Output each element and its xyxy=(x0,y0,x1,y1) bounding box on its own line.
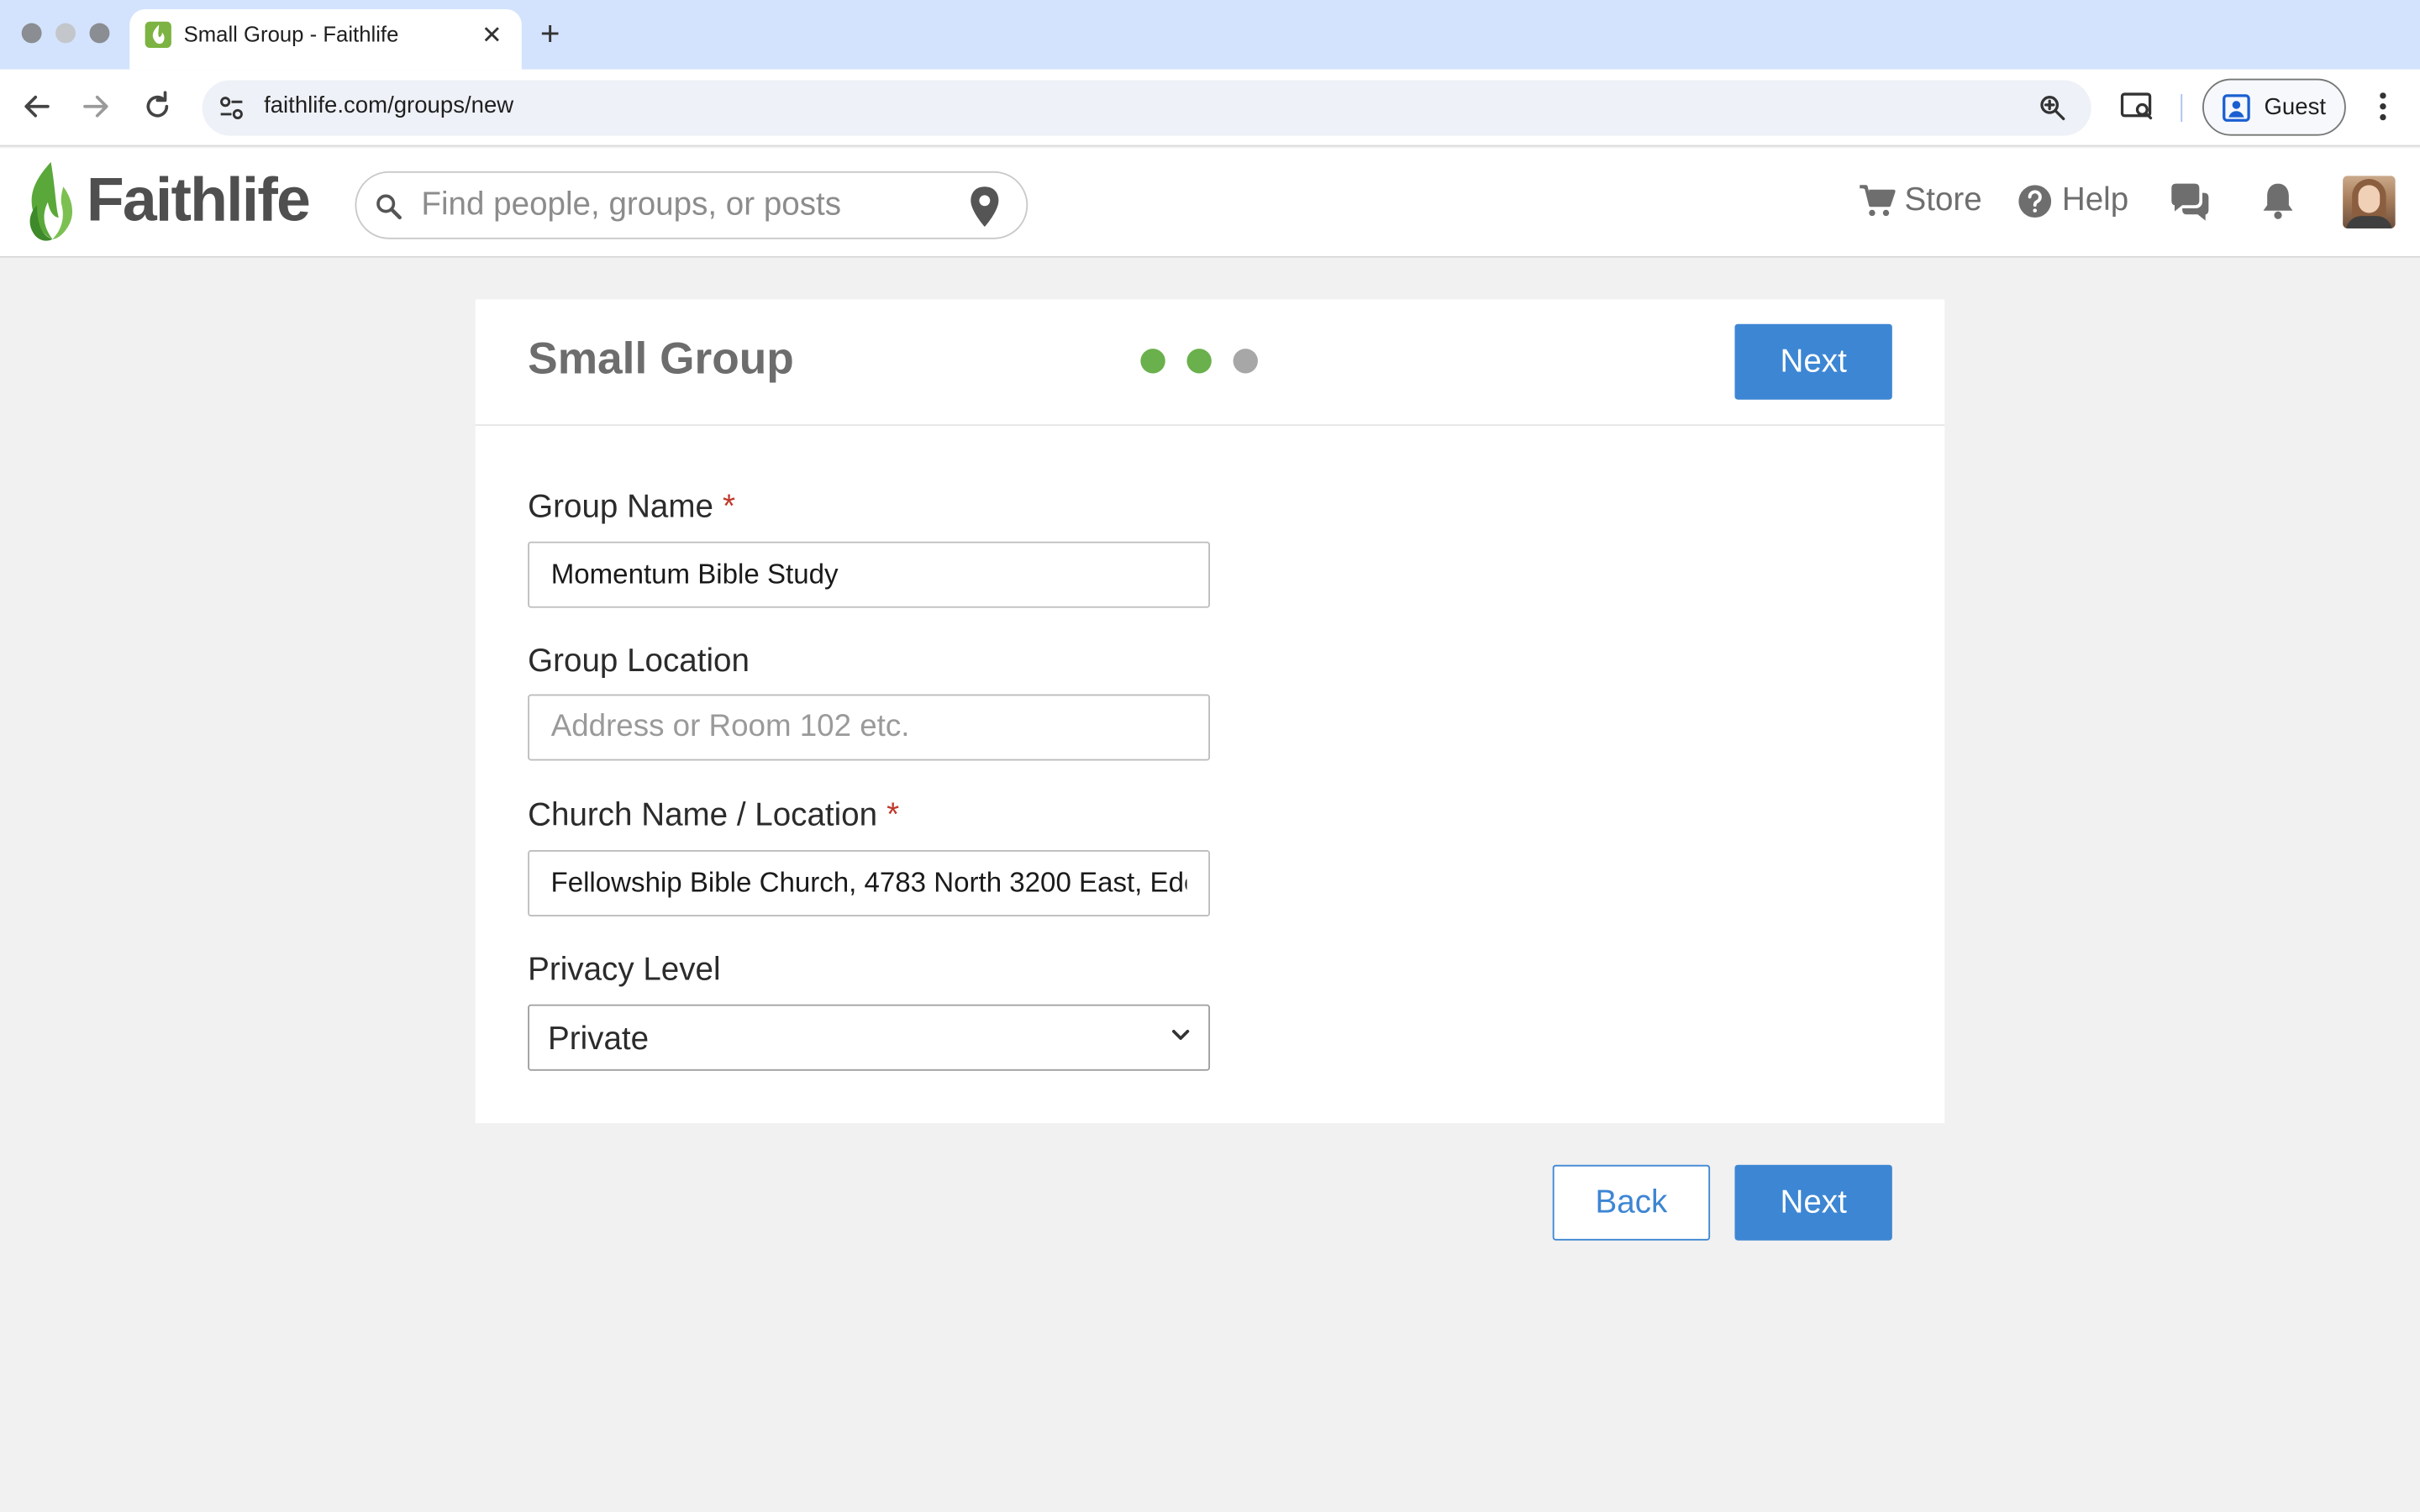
required-asterisk: * xyxy=(722,489,736,525)
new-tab-icon[interactable]: + xyxy=(540,14,560,55)
site-search-box[interactable] xyxy=(355,171,1028,239)
window-minimize-dot[interactable] xyxy=(55,23,76,44)
church-name-input[interactable] xyxy=(528,850,1210,917)
search-icon xyxy=(376,194,402,220)
profile-guest-button[interactable]: Guest xyxy=(2202,78,2346,136)
church-label-text: Church Name / Location xyxy=(528,797,878,833)
group-wizard-card: Small Group Next Group Name* Group Locat… xyxy=(475,299,1945,1124)
help-link[interactable]: Help xyxy=(2018,181,2129,219)
page-title: Small Group xyxy=(528,334,794,385)
cart-icon xyxy=(1860,185,1896,217)
group-name-label-text: Group Name xyxy=(528,489,713,525)
store-link[interactable]: Store xyxy=(1858,181,1982,219)
store-label: Store xyxy=(1904,181,1982,218)
group-location-label: Group Location xyxy=(528,643,750,680)
location-pin-icon[interactable] xyxy=(968,185,1002,228)
profile-icon xyxy=(2223,94,2250,122)
address-bar[interactable]: faithlife.com/groups/new xyxy=(202,80,2091,136)
toolbar-divider xyxy=(2181,94,2183,123)
back-button[interactable]: Back xyxy=(1552,1164,1711,1241)
privacy-level-label: Privacy Level xyxy=(528,952,720,989)
zoom-icon[interactable] xyxy=(2039,94,2066,122)
step-indicator-dot-1 xyxy=(1140,349,1165,374)
tab-title: Small Group - Faithlife xyxy=(183,21,399,47)
wizard-header: Small Group Next xyxy=(475,299,1945,426)
window-zoom-dot[interactable] xyxy=(89,23,110,44)
group-location-label-text: Group Location xyxy=(528,643,750,680)
privacy-level-select[interactable]: Private xyxy=(528,1004,1210,1071)
church-label: Church Name / Location * xyxy=(528,798,899,835)
site-header: Faithlife Store xyxy=(0,148,2420,258)
privacy-level-label-text: Privacy Level xyxy=(528,952,721,988)
step-indicator-dot-2 xyxy=(1186,349,1212,374)
url-text: faithlife.com/groups/new xyxy=(264,92,514,119)
chevron-down-icon xyxy=(1171,1030,1190,1040)
required-asterisk: * xyxy=(886,797,900,833)
browser-toolbar: faithlife.com/groups/new Guest xyxy=(0,69,2420,147)
faithlife-flame-logo-icon[interactable] xyxy=(22,159,81,245)
group-name-label: Group Name * xyxy=(528,489,735,526)
search-input[interactable] xyxy=(421,185,946,226)
privacy-selected-value: Private xyxy=(548,1021,650,1058)
faithlife-logo-text[interactable]: Faithlife xyxy=(87,166,311,236)
group-name-input[interactable] xyxy=(528,541,1210,608)
faithlife-favicon-icon xyxy=(145,21,171,48)
notifications-bell-icon[interactable] xyxy=(2261,181,2295,221)
help-label: Help xyxy=(2061,181,2129,218)
browser-menu-icon[interactable] xyxy=(2369,88,2396,125)
forward-arrow-icon[interactable] xyxy=(77,88,114,125)
next-button-top[interactable]: Next xyxy=(1734,323,1892,400)
messages-icon[interactable] xyxy=(2169,182,2212,223)
step-indicator-dot-3 xyxy=(1233,349,1258,374)
back-arrow-icon[interactable] xyxy=(18,88,55,125)
browser-tab-bar: Small Group - Faithlife ✕ + xyxy=(0,0,2420,70)
next-button-bottom[interactable]: Next xyxy=(1734,1164,1892,1241)
group-location-input[interactable] xyxy=(528,694,1210,761)
reload-icon[interactable] xyxy=(139,88,176,125)
site-settings-icon[interactable] xyxy=(218,94,245,122)
profile-label: Guest xyxy=(2264,94,2327,121)
tab-close-icon[interactable]: ✕ xyxy=(481,20,502,51)
help-icon xyxy=(2018,184,2052,218)
window-close-dot[interactable] xyxy=(21,23,42,44)
user-avatar[interactable] xyxy=(2343,176,2396,228)
tab-search-icon[interactable] xyxy=(2120,91,2154,122)
browser-tab[interactable]: Small Group - Faithlife ✕ xyxy=(129,9,522,70)
